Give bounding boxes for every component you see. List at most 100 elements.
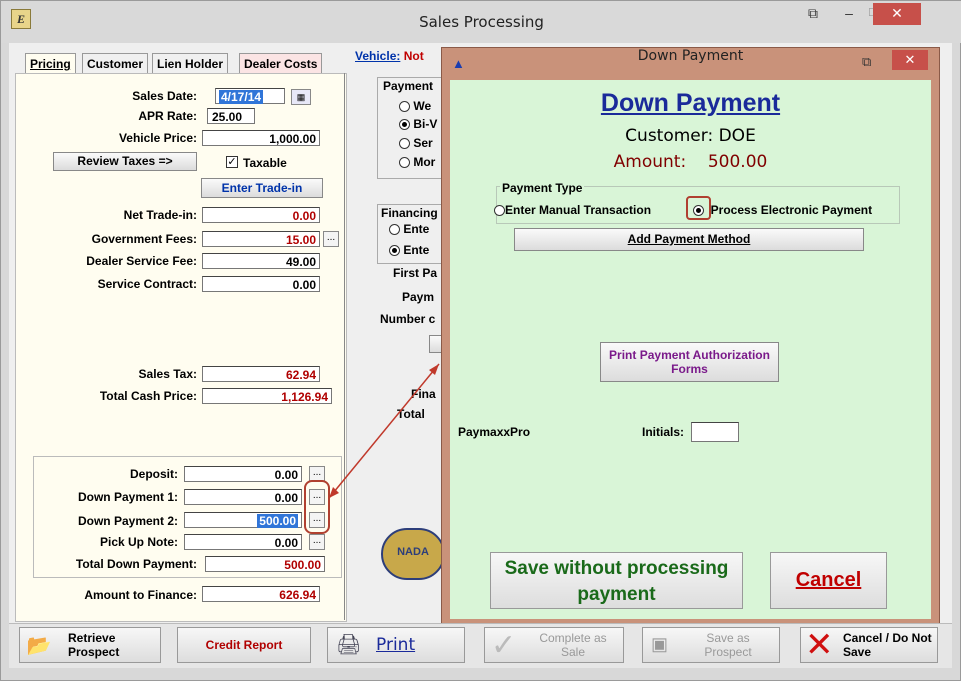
net-tradein-field[interactable]: 0.00 xyxy=(202,207,320,223)
electronic-payment-radio[interactable] xyxy=(693,205,704,217)
nada-logo-text: NADA xyxy=(397,546,429,558)
calendar-icon[interactable]: ▦ xyxy=(291,89,311,105)
initials-field[interactable] xyxy=(691,422,739,442)
manual-transaction-option[interactable]: Enter Manual Transaction xyxy=(494,203,651,217)
taxable-checkbox[interactable]: ✓ xyxy=(226,156,238,168)
freq-biweekly-option[interactable]: Bi-V xyxy=(399,117,437,131)
taxable-label: Taxable xyxy=(243,156,287,170)
freq-monthly-option[interactable]: Mor xyxy=(399,155,435,169)
dialog-restore-icon[interactable]: ⧉ xyxy=(862,54,871,70)
amount-label: Amount: xyxy=(613,152,687,172)
apr-label: APR Rate: xyxy=(138,109,197,123)
freq-weekly-radio[interactable] xyxy=(399,101,410,113)
customer-line: Customer: DOE xyxy=(450,126,931,146)
gov-fees-label: Government Fees: xyxy=(91,232,197,246)
total-cash-label: Total Cash Price: xyxy=(99,389,197,403)
tab-pricing[interactable]: Pricing xyxy=(25,53,76,74)
amount-finance-field[interactable]: 626.94 xyxy=(202,586,320,602)
cancel-do-not-save-button[interactable]: ✕ Cancel / Do Not Save xyxy=(800,626,938,664)
folder-icon: 📂 xyxy=(26,635,52,657)
restore-icon[interactable]: ⧉ xyxy=(801,3,825,23)
credit-report-button[interactable]: Credit Report xyxy=(177,627,311,663)
total-dp-label: Total Down Payment: xyxy=(75,557,197,571)
complete-as-sale-label: Complete as Sale xyxy=(539,631,607,659)
amount-value: 500.00 xyxy=(707,152,768,172)
save-as-prospect-button[interactable]: ▣ Save as Prospect xyxy=(642,627,780,663)
apr-field[interactable]: 25.00 xyxy=(207,108,255,124)
freq-semi-option[interactable]: Ser xyxy=(399,136,433,150)
print-label: Print xyxy=(376,635,416,655)
electronic-payment-label: Process Electronic Payment xyxy=(710,203,873,217)
cancel-do-not-save-label: Cancel / Do Not Save xyxy=(843,631,932,659)
vehicle-label[interactable]: Vehicle: xyxy=(355,49,400,63)
customer-label: Customer: xyxy=(625,126,714,146)
dp2-field[interactable]: 500.00 xyxy=(184,512,302,528)
electronic-payment-option[interactable]: Process Electronic Payment xyxy=(693,203,872,217)
number-of-payments-label: Number c xyxy=(380,312,436,326)
pickup-ellipsis-button[interactable]: ... xyxy=(309,534,325,550)
deposit-field[interactable]: 0.00 xyxy=(184,466,302,482)
dialog-cancel-button[interactable]: Cancel xyxy=(770,552,887,609)
total-dp-field[interactable]: 500.00 xyxy=(205,556,325,572)
review-taxes-button[interactable]: Review Taxes => xyxy=(53,152,197,171)
save-without-processing-button[interactable]: Save without processing payment xyxy=(490,552,743,609)
gov-fees-field[interactable]: 15.00 xyxy=(202,231,320,247)
financing-option-2[interactable]: Ente xyxy=(389,243,429,257)
payment-type-label: Payment Type xyxy=(500,181,585,195)
annotation-arrow xyxy=(328,363,440,499)
close-button[interactable]: ✕ xyxy=(873,3,921,25)
tab-dealer-costs[interactable]: Dealer Costs xyxy=(239,53,323,74)
amount-line: Amount: 500.00 xyxy=(450,152,931,172)
freq-biweekly-radio[interactable] xyxy=(399,119,410,131)
vehicle-value: Not xyxy=(403,49,424,63)
vehicle-header: Vehicle: Not xyxy=(355,49,424,63)
floppy-icon: ▣ xyxy=(651,634,669,654)
freq-monthly-radio[interactable] xyxy=(399,157,410,169)
customer-value: DOE xyxy=(718,126,756,146)
save-as-prospect-label: Save as Prospect xyxy=(704,631,752,659)
tab-lien-holder[interactable]: Lien Holder xyxy=(152,53,229,74)
financing-option-1[interactable]: Ente xyxy=(389,222,429,236)
print-authorization-forms-button[interactable]: Print Payment Authorization Forms xyxy=(600,342,779,382)
gov-fees-ellipsis-button[interactable]: ... xyxy=(323,231,339,247)
print-button[interactable]: 🖨 Print xyxy=(327,627,465,663)
sales-date-field[interactable]: 4/17/14 xyxy=(215,88,285,104)
freq-biweekly-label: Bi-V xyxy=(413,117,438,131)
total-cash-field[interactable]: 1,126.94 xyxy=(202,388,332,404)
freq-weekly-option[interactable]: We xyxy=(399,99,431,113)
down-payment-dialog: ▲ Down Payment ⧉ ✕ Down Payment Customer… xyxy=(441,47,940,627)
vehicle-price-field[interactable]: 1,000.00 xyxy=(202,130,320,146)
manual-transaction-label: Enter Manual Transaction xyxy=(505,203,652,217)
initials-label: Initials: xyxy=(642,425,685,439)
net-tradein-label: Net Trade-in: xyxy=(123,208,197,222)
enter-tradein-button[interactable]: Enter Trade-in xyxy=(201,178,323,198)
service-contract-field[interactable]: 0.00 xyxy=(202,276,320,292)
add-payment-method-button[interactable]: Add Payment Method xyxy=(514,228,864,251)
vehicle-price-label: Vehicle Price: xyxy=(118,131,197,145)
first-payment-label: First Pa xyxy=(393,266,438,280)
sales-tax-field[interactable]: 62.94 xyxy=(202,366,320,382)
retrieve-prospect-label: Retrieve Prospect xyxy=(68,631,120,659)
dialog-close-button[interactable]: ✕ xyxy=(892,50,928,70)
complete-as-sale-button[interactable]: ✓ Complete as Sale xyxy=(484,627,624,663)
pickup-field[interactable]: 0.00 xyxy=(184,534,302,550)
sales-tax-label: Sales Tax: xyxy=(138,367,197,381)
dealer-fee-field[interactable]: 49.00 xyxy=(202,253,320,269)
retrieve-prospect-button[interactable]: 📂 Retrieve Prospect xyxy=(19,627,161,663)
financing-label: Financing xyxy=(381,206,438,220)
financing-radio-2[interactable] xyxy=(389,245,400,257)
financing-option-2-label: Ente xyxy=(403,243,430,257)
manual-transaction-radio[interactable] xyxy=(494,205,505,217)
freq-semi-radio[interactable] xyxy=(399,138,410,150)
x-icon: ✕ xyxy=(805,626,834,664)
sales-date-label: Sales Date: xyxy=(132,89,197,103)
financing-radio-1[interactable] xyxy=(389,224,400,236)
dealer-fee-label: Dealer Service Fee: xyxy=(86,254,197,268)
printer-icon: 🖨 xyxy=(336,634,362,656)
tab-customer[interactable]: Customer xyxy=(82,53,149,74)
checkmark-icon: ✓ xyxy=(491,629,517,662)
dp1-field[interactable]: 0.00 xyxy=(184,489,302,505)
minimize-button[interactable]: – xyxy=(839,3,859,23)
sales-processing-window: E Sales Processing ⧉ – ☐ ✕ Pricing Custo… xyxy=(0,0,961,681)
deposit-label: Deposit: xyxy=(130,467,178,481)
